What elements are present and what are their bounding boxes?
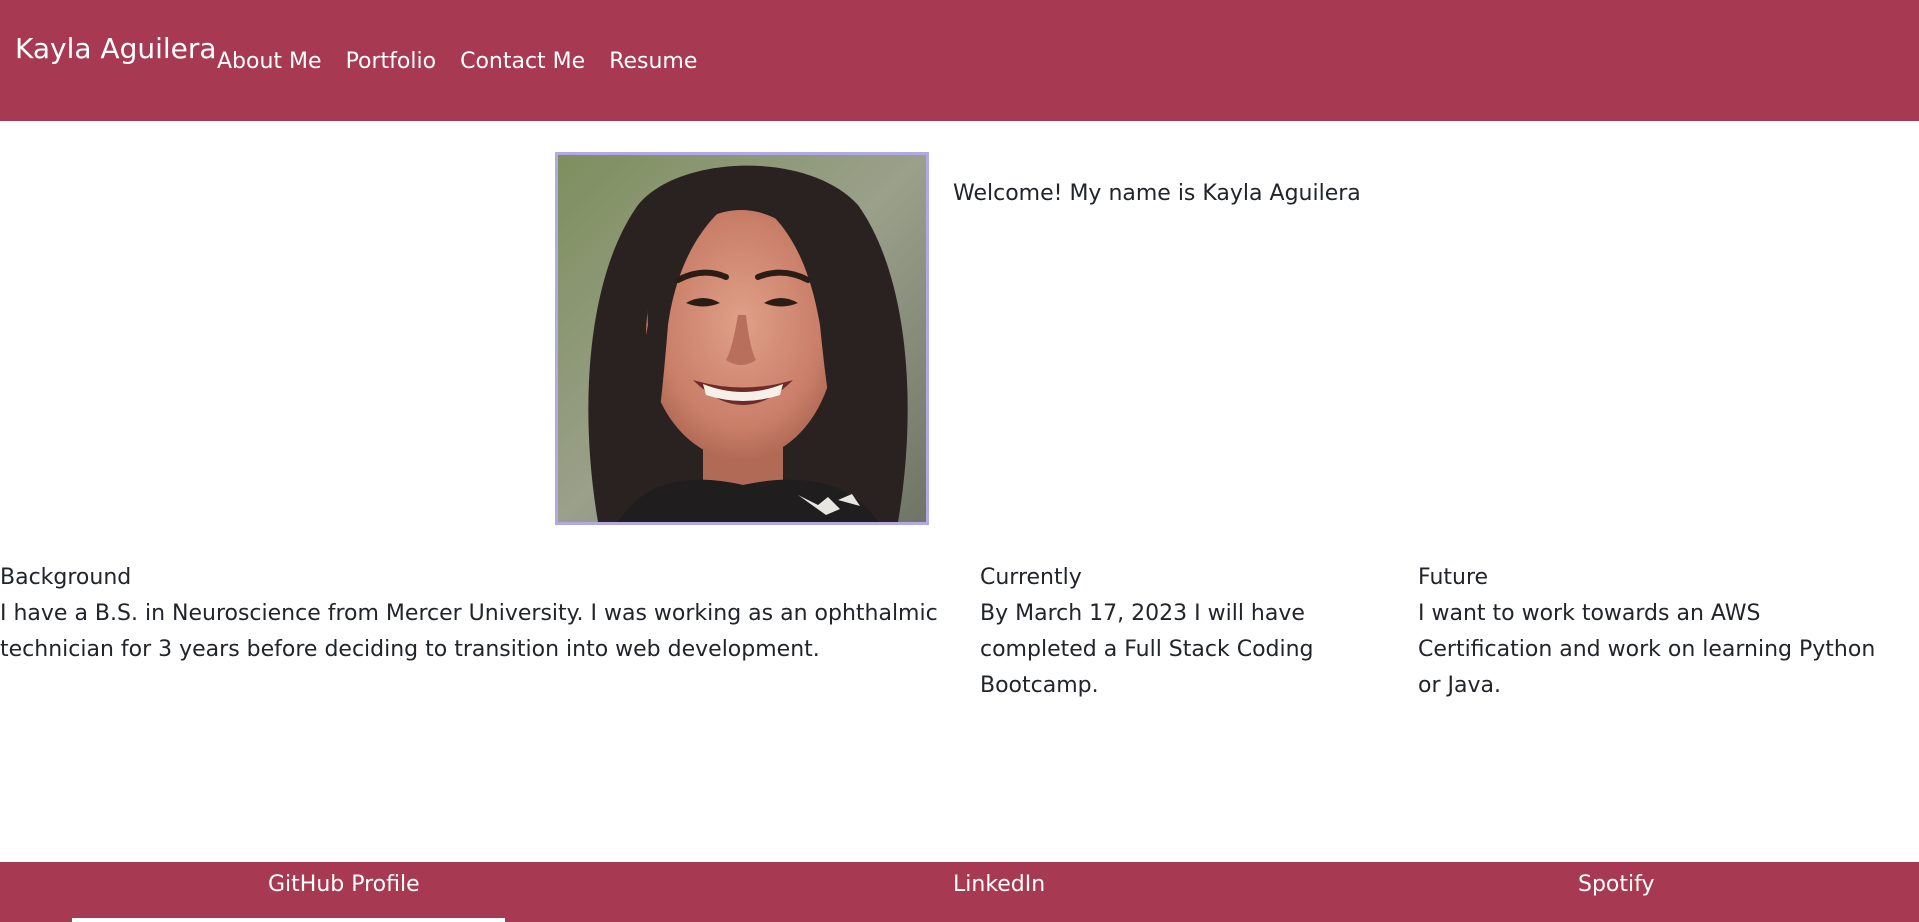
currently-title: Currently [980, 565, 1082, 590]
nav-links: About Me Portfolio Contact Me Resume [205, 47, 709, 77]
linkedin-link[interactable]: LinkedIn [953, 870, 1045, 900]
nav-link-about-me[interactable]: About Me [205, 47, 334, 77]
nav-link-contact-me[interactable]: Contact Me [448, 47, 597, 77]
footer-active-indicator [72, 918, 505, 922]
profile-photo [555, 152, 929, 525]
navbar: Kayla Aguilera About Me Portfolio Contac… [0, 0, 1919, 121]
brand-link[interactable]: Kayla Aguilera [15, 30, 217, 68]
portrait-illustration [558, 155, 926, 522]
background-body: I have a B.S. in Neuroscience from Merce… [0, 601, 938, 662]
currently-section: Currently By March 17, 2023 I will have … [980, 560, 1410, 704]
nav-link-resume[interactable]: Resume [597, 47, 709, 77]
welcome-text: Welcome! My name is Kayla Aguilera [953, 181, 1361, 206]
footer: GitHub Profile LinkedIn Spotify [0, 862, 1919, 922]
future-body: I want to work towards an AWS Certificat… [1418, 601, 1876, 698]
future-title: Future [1418, 565, 1489, 590]
background-section: Background I have a B.S. in Neuroscience… [0, 560, 960, 668]
background-title: Background [0, 565, 132, 590]
spotify-link[interactable]: Spotify [1578, 870, 1655, 900]
future-section: Future I want to work towards an AWS Cer… [1418, 560, 1898, 704]
github-profile-link[interactable]: GitHub Profile [268, 870, 420, 900]
nav-link-portfolio[interactable]: Portfolio [334, 47, 449, 77]
currently-body: By March 17, 2023 I will have completed … [980, 601, 1314, 698]
